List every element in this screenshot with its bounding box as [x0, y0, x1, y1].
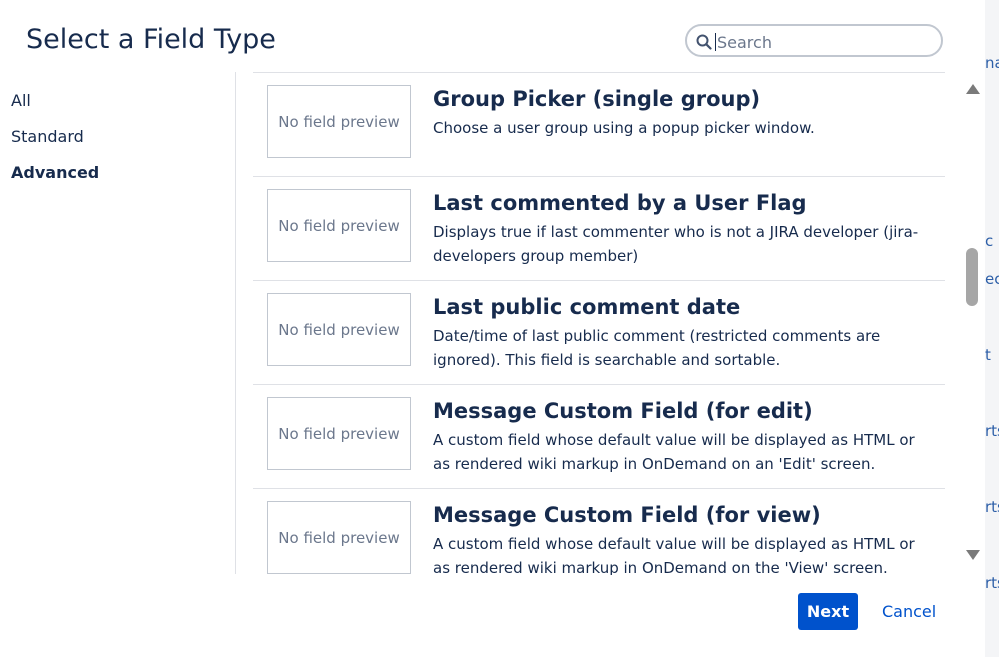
field-type-title: Message Custom Field (for view)	[433, 503, 821, 527]
background-text: c	[985, 232, 994, 250]
search-icon	[696, 34, 712, 50]
field-preview: No field preview	[267, 397, 411, 470]
background-text: ect	[985, 270, 999, 288]
dialog-title: Select a Field Type	[26, 24, 276, 55]
field-type-description: Date/time of last public comment (restri…	[433, 327, 881, 369]
field-preview: No field preview	[267, 501, 411, 574]
category-nav: All Standard Advanced	[11, 88, 99, 196]
field-type-description: A custom field whose default value will …	[433, 431, 915, 473]
field-type-title: Last public comment date	[433, 295, 741, 319]
background-text: na	[985, 54, 999, 72]
background-text: rts	[985, 574, 999, 592]
cancel-button[interactable]: Cancel	[874, 593, 944, 630]
field-type-item[interactable]: No field preview Message Custom Field (f…	[253, 489, 945, 575]
next-button[interactable]: Next	[798, 593, 858, 630]
text-cursor	[715, 33, 716, 51]
background-page-strip: na c ect t rts rts rts	[985, 0, 999, 657]
nav-divider	[235, 72, 236, 574]
field-preview: No field preview	[267, 293, 411, 366]
background-text: t	[985, 346, 991, 364]
background-text: rts	[985, 498, 999, 516]
field-type-title: Last commented by a User Flag	[433, 191, 807, 215]
scroll-down-arrow-icon[interactable]	[966, 550, 980, 560]
field-type-item[interactable]: No field preview Group Picker (single gr…	[253, 73, 945, 177]
nav-item-all[interactable]: All	[11, 88, 99, 124]
field-type-item[interactable]: No field preview Last public comment dat…	[253, 281, 945, 385]
field-type-title: Group Picker (single group)	[433, 87, 761, 111]
list-scrollbar[interactable]	[963, 80, 981, 570]
field-type-description: Choose a user group using a popup picker…	[433, 119, 815, 137]
select-field-type-dialog: Select a Field Type All Standard Advance…	[0, 0, 985, 657]
background-text: rts	[985, 422, 999, 440]
field-type-list: No field preview Group Picker (single gr…	[253, 72, 945, 575]
search-box[interactable]	[685, 24, 943, 57]
field-type-item[interactable]: No field preview Last commented by a Use…	[253, 177, 945, 281]
field-preview: No field preview	[267, 189, 411, 262]
nav-item-advanced[interactable]: Advanced	[11, 160, 99, 196]
field-type-description: Displays true if last commenter who is n…	[433, 223, 919, 265]
scrollbar-thumb[interactable]	[966, 248, 978, 306]
field-type-description: A custom field whose default value will …	[433, 535, 915, 575]
field-type-item[interactable]: No field preview Message Custom Field (f…	[253, 385, 945, 489]
search-input[interactable]	[715, 29, 929, 55]
field-type-title: Message Custom Field (for edit)	[433, 399, 813, 423]
nav-item-standard[interactable]: Standard	[11, 124, 99, 160]
field-preview: No field preview	[267, 85, 411, 158]
scroll-up-arrow-icon[interactable]	[966, 84, 980, 94]
